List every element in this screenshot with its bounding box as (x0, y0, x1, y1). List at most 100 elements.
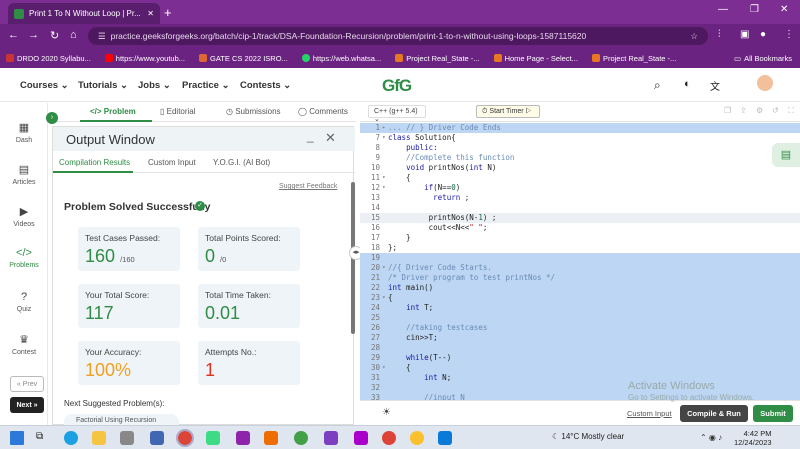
code-line[interactable]: 26 //taking testcases (360, 323, 800, 333)
intellij-icon[interactable] (236, 431, 250, 445)
tab-submissions[interactable]: ◷ Submissions (226, 107, 281, 116)
side-panel-icon[interactable]: ▣ (740, 29, 749, 40)
submit-button[interactable]: Submit (753, 405, 793, 422)
code-line[interactable]: 30 ▾ { (360, 363, 800, 373)
code-line[interactable]: 23 ▾{ (360, 293, 800, 303)
new-tab-button[interactable]: + (164, 5, 172, 20)
code-line[interactable]: 13 return ; (360, 193, 800, 203)
menu-practice[interactable]: Practice ⌄ (182, 80, 230, 91)
bookmark[interactable]: https://web.whatsa... (301, 54, 381, 63)
chrome-icon[interactable] (382, 431, 396, 445)
tab-custom-input[interactable]: Custom Input (148, 158, 196, 167)
code-line[interactable]: 9 //Complete this function (360, 153, 800, 163)
edge-icon[interactable] (64, 431, 78, 445)
rail-articles[interactable]: ▤ Articles (0, 161, 48, 199)
copy-icon[interactable]: ❐ (724, 106, 731, 115)
bookmark[interactable]: Project Real_State -... (591, 54, 676, 63)
theme-toggle-icon[interactable]: ◐ (684, 78, 691, 90)
task-view-icon[interactable]: ⧉ (36, 431, 50, 445)
windows-start-icon[interactable] (10, 431, 24, 445)
fold-toggle-icon[interactable]: ▾ (382, 133, 386, 143)
minimize-output-icon[interactable]: _ (307, 129, 314, 143)
forward-icon[interactable]: → (28, 29, 39, 41)
code-line[interactable]: 11 ▾ { (360, 173, 800, 183)
bookmark[interactable]: GATE CS 2022 ISRO... (199, 54, 288, 63)
url-bar[interactable]: ☰ practice.geeksforgeeks.org/batch/cip-1… (88, 27, 708, 45)
menu-contests[interactable]: Contests ⌄ (240, 80, 291, 91)
code-line[interactable]: 1 ▸... // } Driver Code Ends (360, 123, 800, 133)
fold-toggle-icon[interactable]: ▾ (382, 363, 386, 373)
fold-toggle-icon[interactable]: ▾ (382, 263, 386, 273)
code-line[interactable]: 25 (360, 313, 800, 323)
code-line[interactable]: 17 } (360, 233, 800, 243)
app-icon[interactable] (150, 431, 164, 445)
code-line[interactable]: 19 (360, 253, 800, 263)
fold-toggle-icon[interactable]: ▾ (382, 173, 386, 183)
menu-courses[interactable]: Courses ⌄ (20, 80, 69, 91)
compile-run-button[interactable]: Compile & Run (680, 405, 748, 422)
tab-compilation-results[interactable]: Compilation Results (59, 158, 130, 167)
rail-videos[interactable]: ▶ Videos (0, 203, 48, 241)
code-line[interactable]: 7 ▾ class Solution{ (360, 133, 800, 143)
restore-icon[interactable]: ❐ (750, 4, 759, 15)
code-line[interactable]: 22 int main() (360, 283, 800, 293)
vscode-icon[interactable] (438, 431, 452, 445)
file-explorer-icon[interactable] (92, 431, 106, 445)
gfg-logo[interactable]: GfG (382, 76, 412, 96)
system-tray[interactable]: ⌃ ◉ ♪ (700, 433, 722, 442)
reload-icon[interactable]: ↻ (50, 29, 59, 42)
profile-icon[interactable]: ● (760, 29, 766, 40)
code-line[interactable]: 27 cin>>T; (360, 333, 800, 343)
code-line[interactable]: 24 int T; (360, 303, 800, 313)
menu-icon[interactable]: ⋮ (784, 29, 794, 40)
minimize-icon[interactable]: — (718, 4, 728, 15)
close-tab-icon[interactable]: ✕ (147, 9, 154, 18)
app-icon[interactable] (264, 431, 278, 445)
weather-widget[interactable]: ☾ 14°C Mostly clear (552, 432, 624, 441)
site-info-icon[interactable]: ☰ (98, 31, 106, 42)
menu-tutorials[interactable]: Tutorials ⌄ (78, 80, 128, 91)
code-line[interactable]: 10 void printNos(int N) (360, 163, 800, 173)
avatar[interactable] (757, 75, 773, 91)
browser-tab[interactable]: Print 1 To N Without Loop | Pr... ✕ (8, 3, 160, 24)
prev-button[interactable]: « Prev (10, 376, 44, 392)
fullscreen-icon[interactable]: ⛶ (788, 106, 794, 116)
code-line[interactable]: 14 (360, 203, 800, 213)
rail-dash[interactable]: ▦ Dash (0, 119, 48, 157)
code-line[interactable]: 8 public: (360, 143, 800, 153)
bookmark[interactable]: https://www.youtub... (104, 54, 185, 63)
app-icon[interactable] (354, 431, 368, 445)
code-line[interactable]: 12 ▾ if(N==0) (360, 183, 800, 193)
code-line[interactable]: 18}; (360, 243, 800, 253)
next-button[interactable]: Next » (10, 397, 44, 413)
fold-toggle-icon[interactable]: ▾ (382, 183, 386, 193)
all-bookmarks[interactable]: ▭ All Bookmarks (734, 54, 792, 63)
code-line[interactable]: 28 (360, 343, 800, 353)
app-icon[interactable] (206, 431, 220, 445)
bookmark[interactable]: Project Real_State -... (395, 54, 480, 63)
visual-studio-icon[interactable] (324, 431, 338, 445)
close-output-icon[interactable]: ✕ (325, 130, 336, 146)
bookmark-star-icon[interactable]: ☆ (690, 31, 698, 42)
suggest-feedback-link[interactable]: Suggest Feedback (279, 183, 337, 190)
app-icon[interactable] (410, 431, 424, 445)
rail-contest[interactable]: ♛ Contest (0, 331, 48, 369)
menu-jobs[interactable]: Jobs ⌄ (138, 80, 171, 91)
clock[interactable]: 4:42 PM 12/24/2023 (734, 429, 772, 447)
tab-yogi-ai-bot[interactable]: Y.O.G.I. (AI Bot) (213, 158, 270, 167)
search-icon[interactable]: ⌕ (654, 78, 661, 93)
back-icon[interactable]: ← (8, 29, 19, 41)
fold-toggle-icon[interactable]: ▸ (382, 123, 386, 133)
chrome-icon[interactable] (176, 429, 194, 447)
code-editor[interactable]: 1 ▸... // } Driver Code Ends 7 ▾ class Solut… (360, 122, 800, 403)
reset-icon[interactable]: ↺ (772, 106, 779, 115)
store-icon[interactable] (120, 431, 134, 445)
tab-editorial[interactable]: ▯ Editorial (160, 107, 196, 116)
close-window-icon[interactable]: ✕ (780, 4, 788, 15)
rail-quiz[interactable]: ? Quiz (0, 289, 48, 327)
bookmark[interactable]: Home Page - Select... (493, 54, 578, 63)
translate-icon[interactable]: 文 (710, 78, 720, 93)
code-line[interactable]: 29 while(T--) (360, 353, 800, 363)
code-line[interactable]: 15 printNos(N-1) ; (360, 213, 800, 223)
language-select[interactable]: C++ (g++ 5.4) ⌄ (368, 105, 426, 123)
